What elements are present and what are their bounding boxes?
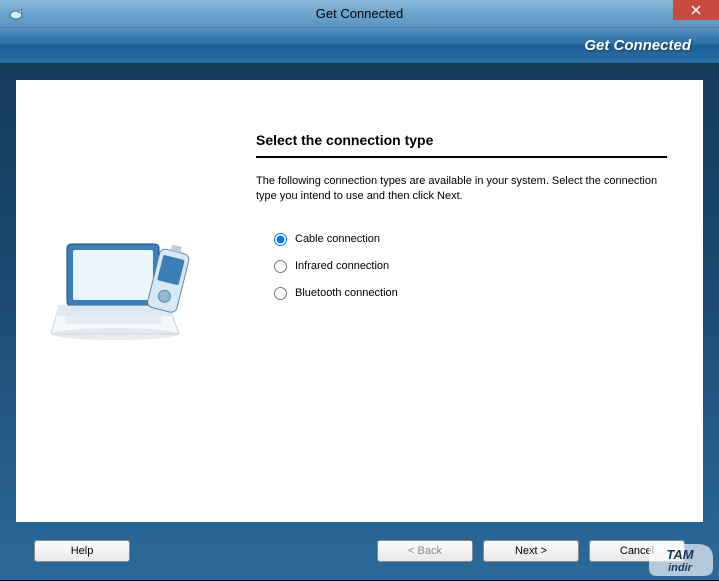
radio-bluetooth-input[interactable] [274,287,287,300]
radio-infrared-label: Infrared connection [295,260,389,272]
content-panel: Select the connection type The following… [16,80,703,522]
header-band: Get Connected [0,28,719,64]
watermark-logo: TAM indir [647,544,713,576]
radio-cable[interactable]: Cable connection [274,233,667,246]
main-area: Select the connection type The following… [0,64,719,580]
radio-infrared-input[interactable] [274,260,287,273]
window-title: Get Connected [316,6,403,21]
header-title: Get Connected [584,37,691,54]
back-button: < Back [377,540,473,562]
device-illustration [51,230,211,350]
radio-bluetooth-label: Bluetooth connection [295,287,398,299]
app-icon [8,6,24,22]
radio-cable-input[interactable] [274,233,287,246]
svg-text:indir: indir [668,562,693,574]
radio-bluetooth[interactable]: Bluetooth connection [274,287,667,300]
svg-text:TAM: TAM [666,547,694,562]
radio-cable-label: Cable connection [295,233,380,245]
button-row: Help < Back Next > Cancel [16,540,703,562]
radio-infrared[interactable]: Infrared connection [274,260,667,273]
content-body: Select the connection type The following… [246,80,703,522]
help-button[interactable]: Help [34,540,130,562]
next-button[interactable]: Next > [483,540,579,562]
instruction-text: The following connection types are avail… [256,174,667,205]
titlebar: Get Connected [0,0,719,28]
section-heading: Select the connection type [256,132,667,158]
close-icon [691,5,701,15]
close-button[interactable] [673,0,719,20]
sidebar [16,80,246,522]
connection-type-group: Cable connection Infrared connection Blu… [256,233,667,300]
